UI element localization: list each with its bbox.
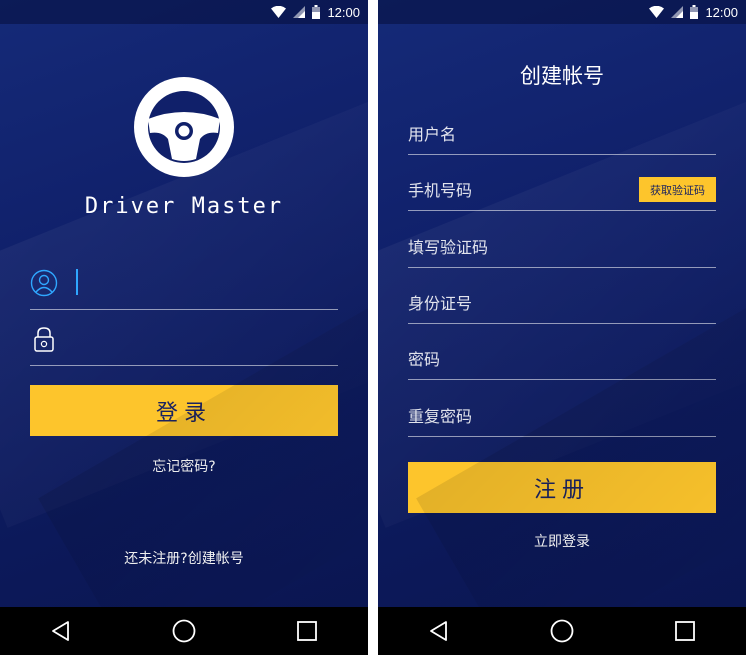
register-screen: 12:00 创建帐号 获取验证码 注册 立即登录 <box>378 0 746 655</box>
user-icon <box>30 269 58 297</box>
login-now-link[interactable]: 立即登录 <box>378 531 746 551</box>
navigation-bar <box>378 607 746 655</box>
signal-icon <box>293 6 306 18</box>
status-time: 12:00 <box>327 4 360 20</box>
back-icon[interactable] <box>415 609 463 653</box>
register-button[interactable]: 注册 <box>408 462 716 513</box>
battery-icon <box>312 5 321 19</box>
password-input[interactable] <box>408 347 708 375</box>
recents-icon[interactable] <box>661 609 709 653</box>
steering-wheel-icon <box>134 77 234 177</box>
phone-input[interactable] <box>408 178 628 206</box>
home-icon[interactable] <box>160 609 208 653</box>
home-icon[interactable] <box>538 609 586 653</box>
forgot-password-link[interactable]: 忘记密码? <box>0 456 368 476</box>
username-input[interactable] <box>74 267 338 299</box>
login-screen: 12:00 Driver Master 登录 忘记密码? 还未注册?创建帐号 <box>0 0 368 655</box>
id-number-input[interactable] <box>408 291 708 319</box>
lock-icon <box>30 325 58 353</box>
battery-icon <box>690 5 699 19</box>
username-field[interactable] <box>30 255 338 310</box>
recents-icon[interactable] <box>283 609 331 653</box>
navigation-bar <box>0 607 368 655</box>
get-code-button[interactable]: 获取验证码 <box>639 177 716 202</box>
status-bar: 12:00 <box>378 0 746 24</box>
status-time: 12:00 <box>705 4 738 20</box>
password-field[interactable] <box>30 311 338 366</box>
app-name: Driver Master <box>84 194 284 219</box>
status-bar: 12:00 <box>0 0 368 24</box>
wifi-icon <box>271 6 287 18</box>
id-number-field[interactable] <box>408 285 716 324</box>
confirm-password-input[interactable] <box>408 404 708 432</box>
signal-icon <box>671 6 684 18</box>
username-input[interactable] <box>408 122 708 150</box>
create-account-link[interactable]: 还未注册?创建帐号 <box>0 548 368 568</box>
wifi-icon <box>649 6 665 18</box>
login-button[interactable]: 登录 <box>30 385 338 436</box>
page-title: 创建帐号 <box>520 64 604 88</box>
back-icon[interactable] <box>37 609 85 653</box>
password-input[interactable] <box>74 323 338 355</box>
password-field[interactable] <box>408 341 716 380</box>
verification-code-input[interactable] <box>408 235 708 263</box>
confirm-password-field[interactable] <box>408 398 716 437</box>
verification-code-field[interactable] <box>408 229 716 268</box>
username-field[interactable] <box>408 116 716 155</box>
phone-field[interactable]: 获取验证码 <box>408 172 716 211</box>
